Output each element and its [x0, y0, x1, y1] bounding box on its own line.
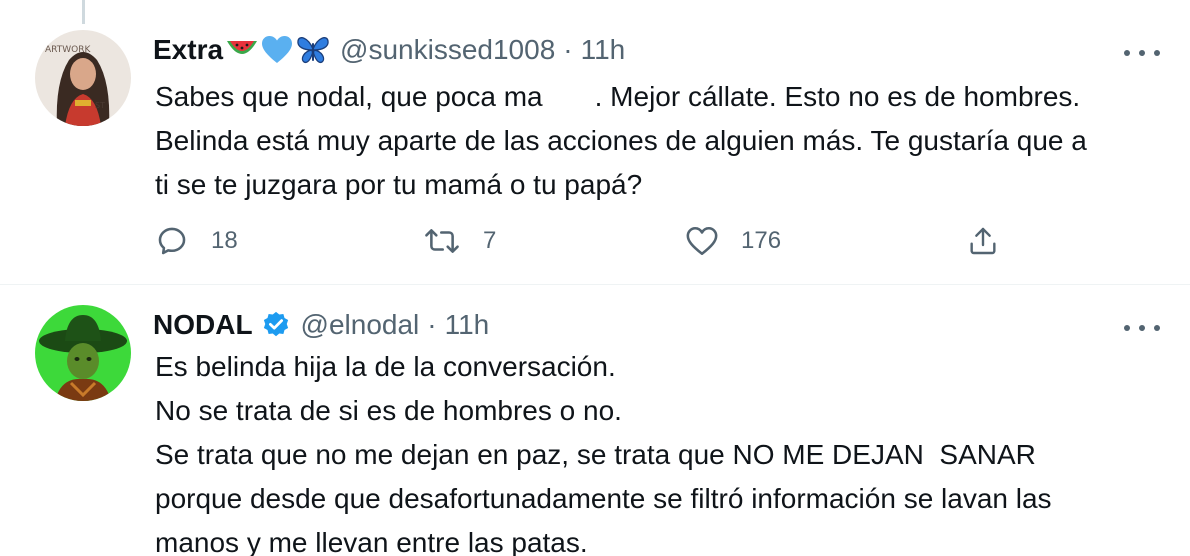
tweet-line: ti se te juzgara por tu mamá o tu papá? — [155, 169, 643, 200]
tweet-line: Belinda está muy aparte de las acciones … — [155, 125, 1087, 156]
tweet-header: Extra @sunkissed1008 · 11h — [153, 33, 625, 67]
more-options-button[interactable] — [1124, 41, 1160, 65]
like-count: 176 — [741, 227, 782, 254]
separator-dot: · — [563, 34, 573, 65]
timestamp[interactable]: 11h — [445, 308, 490, 342]
redaction-block — [542, 83, 595, 114]
user-handle[interactable]: @sunkissed1008 — [340, 33, 555, 67]
dot-icon — [1124, 50, 1130, 56]
dot-icon — [1154, 325, 1160, 331]
more-options-button[interactable] — [1124, 316, 1160, 340]
dot-icon — [1154, 50, 1160, 56]
tweet-text: Es belinda hija la de la conversación. N… — [155, 345, 1052, 556]
reply-count: 18 — [211, 227, 238, 254]
share-button[interactable] — [967, 216, 999, 266]
tweet-line-part: Sabes que nodal, que poca ma — [155, 81, 543, 112]
like-button[interactable]: 176 — [685, 216, 781, 266]
svg-text:ARTWORK: ARTWORK — [45, 45, 91, 55]
timestamp[interactable]: 11h — [581, 33, 626, 67]
verified-badge-icon — [261, 310, 291, 340]
tweet-line: Es belinda hija la de la conversación. — [155, 351, 616, 382]
butterfly-icon — [296, 35, 330, 65]
retweet-icon — [423, 224, 461, 258]
avatar[interactable]: ARTWORK ST — [35, 30, 131, 126]
heart-icon — [685, 225, 719, 257]
separator-dot: · — [427, 309, 437, 340]
user-handle[interactable]: @elnodal — [301, 308, 420, 342]
tweet-line: Se trata que no me dejan en paz, se trat… — [155, 439, 1036, 470]
reply-icon — [155, 224, 189, 258]
svg-text:ST: ST — [95, 101, 105, 110]
reply-button[interactable]: 18 — [155, 216, 238, 266]
dot-icon — [1124, 325, 1130, 331]
tweet-line: Sabes que nodal, que poca ma . Mejor cáll… — [155, 75, 1087, 119]
share-icon — [967, 224, 999, 258]
dot-icon — [1139, 50, 1145, 56]
display-name[interactable]: Extra — [153, 33, 223, 67]
tweet-line-part: . Mejor cállate. Esto no es de hombres. — [594, 81, 1081, 112]
tweet-header: NODAL @elnodal · 11h — [153, 308, 489, 342]
avatar[interactable] — [35, 305, 131, 401]
tweet-line: manos y me llevan entre las patas. — [155, 527, 588, 556]
tweet-extra[interactable]: ARTWORK ST Extra @sunkissed1008 · 11h Sa… — [0, 0, 1190, 284]
display-name[interactable]: NODAL — [153, 308, 253, 342]
tweet-line: No se trata de si es de hombres o no. — [155, 395, 622, 426]
tweet-nodal[interactable]: NODAL @elnodal · 11h Es belinda hija la … — [0, 284, 1190, 556]
retweet-button[interactable]: 7 — [423, 216, 496, 266]
dot-icon — [1139, 325, 1145, 331]
tweet-line: porque desde que desafortunadamente se f… — [155, 483, 1052, 514]
retweet-count: 7 — [483, 227, 497, 254]
watermelon-icon — [226, 39, 258, 61]
blue-heart-icon — [261, 35, 293, 65]
tweet-actions: 18 7 176 — [155, 216, 1015, 266]
tweet-text: Sabes que nodal, que poca ma . Mejor cáll… — [155, 75, 1087, 207]
